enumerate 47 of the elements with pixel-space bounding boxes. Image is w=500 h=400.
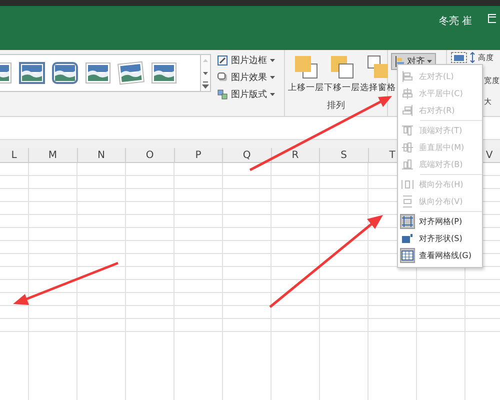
picture-style-icon[interactable] <box>52 62 78 84</box>
column-header[interactable]: L <box>0 148 29 162</box>
picture-style-icon[interactable] <box>116 60 146 86</box>
align-shape-icon <box>401 232 414 245</box>
align-center-icon <box>401 87 414 100</box>
layout-icon <box>217 89 228 100</box>
caret-icon <box>270 76 276 79</box>
picture-command-button[interactable]: 图片效果 <box>217 71 280 84</box>
border-pen-icon <box>217 55 228 66</box>
caret-icon <box>270 59 276 62</box>
menu-item[interactable]: 查看网格线(G) <box>398 247 482 264</box>
column-header[interactable]: Q <box>223 148 272 162</box>
align-vdist-icon <box>401 195 414 208</box>
picture-command-button[interactable]: 图片版式 <box>217 88 280 101</box>
column-header[interactable]: S <box>320 148 368 162</box>
bring-forward-icon <box>293 54 320 80</box>
align-hdist-icon <box>401 178 414 191</box>
column-header[interactable]: O <box>126 148 174 162</box>
menu-item[interactable]: 对齐网格(P) <box>398 213 482 230</box>
align-top-icon <box>401 124 414 137</box>
column-header[interactable]: M <box>29 148 78 162</box>
column-header[interactable]: N <box>78 148 126 162</box>
caret-icon <box>270 93 276 96</box>
column-header[interactable]: P <box>174 148 223 162</box>
align-left-icon <box>401 70 414 83</box>
menu-item[interactable]: 对齐形状(S) <box>398 230 482 247</box>
send-backward-icon <box>329 54 356 80</box>
align-middle-icon <box>401 141 414 154</box>
crop-icon[interactable] <box>451 52 467 63</box>
arrange-button[interactable]: 上移一层 <box>289 52 324 96</box>
align-bottom-icon <box>401 158 414 171</box>
column-header[interactable]: R <box>272 148 320 162</box>
picture-style-icon[interactable] <box>151 62 177 84</box>
picture-command-button[interactable]: 图片边框 <box>217 54 280 67</box>
window-icon[interactable] <box>488 14 496 24</box>
height-icon <box>470 52 475 63</box>
align-grid-icon <box>401 215 414 228</box>
align-gridlines-icon <box>401 249 414 262</box>
picture-style-icon[interactable] <box>19 62 45 84</box>
gallery-more-icon[interactable] <box>201 79 210 91</box>
user-name[interactable]: 冬亮 崔 <box>438 14 472 28</box>
align-right-icon <box>401 104 414 117</box>
group-label: 排列 <box>327 100 346 112</box>
arrange-button[interactable]: 下移一层 <box>325 52 360 96</box>
picture-style-icon[interactable] <box>85 62 111 84</box>
selection-pane-icon <box>366 54 390 80</box>
effects-icon <box>217 72 228 83</box>
